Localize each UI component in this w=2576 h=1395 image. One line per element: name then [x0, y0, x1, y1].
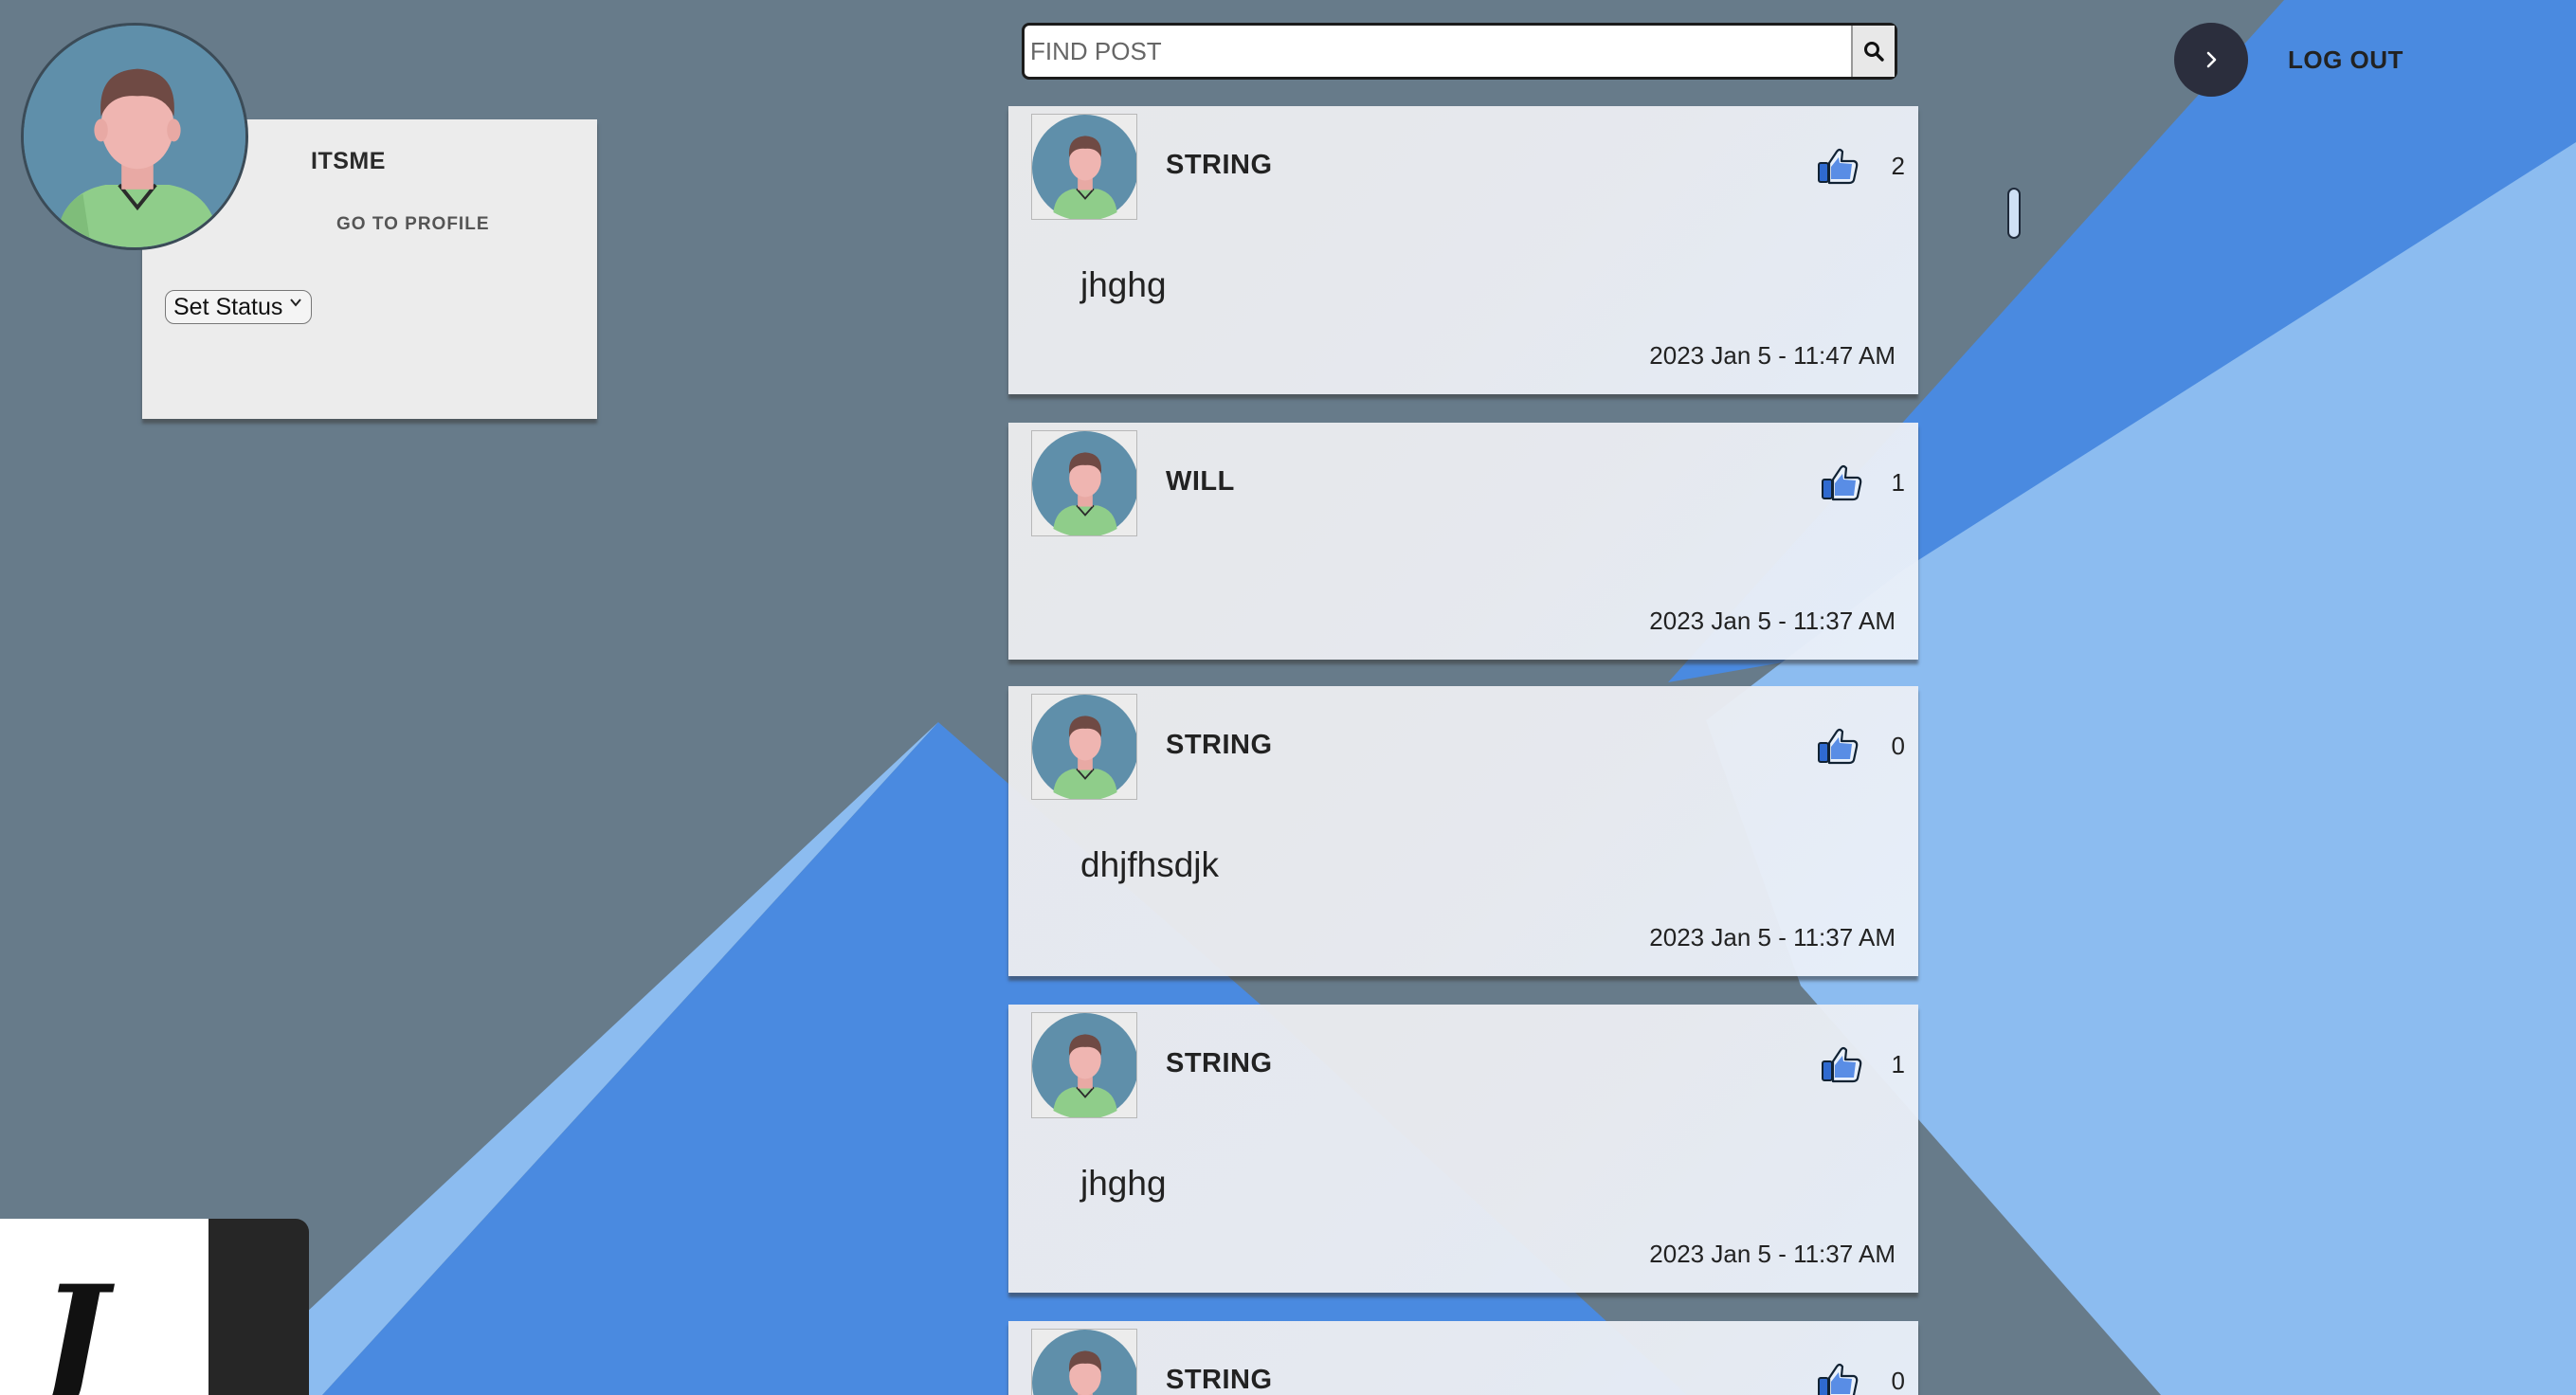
search-button[interactable] [1851, 26, 1895, 77]
post-timestamp: 2023 Jan 5 - 11:37 AM [1649, 607, 1896, 635]
avatar-illustration [1032, 431, 1136, 535]
post-card: STRING 1 jhghg 2023 Jan 5 - 11:37 AM [1008, 1005, 1918, 1293]
thumbs-up-icon[interactable] [1816, 724, 1859, 768]
like-count: 0 [1891, 732, 1905, 760]
logo-card: J [0, 1219, 309, 1395]
post-timestamp: 2023 Jan 5 - 11:47 AM [1649, 341, 1896, 370]
post-timestamp: 2023 Jan 5 - 11:37 AM [1649, 1240, 1896, 1268]
profile-username: ITSME [311, 148, 386, 174]
post-avatar[interactable] [1031, 430, 1137, 536]
post-body: jhghg [1080, 265, 1167, 304]
go-to-profile-link[interactable]: GO TO PROFILE [336, 214, 490, 235]
logo-glyph: J [28, 1276, 116, 1395]
post-avatar[interactable] [1031, 1012, 1137, 1118]
like-count: 1 [1891, 468, 1905, 497]
like-count: 2 [1891, 152, 1905, 180]
scrollbar-handle[interactable] [2007, 188, 2021, 239]
post-card: STRING 0 [1008, 1321, 1918, 1395]
post-timestamp: 2023 Jan 5 - 11:37 AM [1649, 923, 1896, 951]
set-status-select[interactable]: Set Status [165, 290, 313, 324]
avatar-illustration [1032, 695, 1136, 799]
logout-button[interactable] [2174, 23, 2248, 97]
post-avatar[interactable] [1031, 694, 1137, 800]
post-avatar[interactable] [1031, 114, 1137, 220]
profile-avatar[interactable] [21, 23, 248, 250]
chevron-down-icon [290, 299, 302, 307]
post-body: dhjfhsdjk [1080, 845, 1220, 884]
post-author[interactable]: STRING [1166, 730, 1273, 761]
thumbs-up-icon[interactable] [1816, 144, 1859, 188]
post-author[interactable]: STRING [1166, 150, 1273, 181]
set-status-label: Set Status [173, 293, 283, 320]
like-count: 0 [1891, 1367, 1905, 1395]
logo-panel: J [0, 1219, 209, 1395]
thumbs-up-icon[interactable] [1816, 1359, 1859, 1395]
avatar-illustration [1032, 115, 1136, 219]
thumbs-up-icon[interactable] [1820, 1042, 1863, 1086]
post-avatar[interactable] [1031, 1329, 1137, 1395]
like-count: 1 [1891, 1050, 1905, 1078]
post-author[interactable]: WILL [1166, 466, 1235, 498]
search-icon [1864, 42, 1884, 62]
chevron-right-icon [2206, 51, 2217, 68]
post-author[interactable]: STRING [1166, 1048, 1273, 1079]
post-card: WILL 1 2023 Jan 5 - 11:37 AM [1008, 423, 1918, 660]
search-bar [1022, 23, 1897, 80]
post-card: STRING 2 jhghg 2023 Jan 5 - 11:47 AM [1008, 106, 1918, 394]
logout-label[interactable]: LOG OUT [2288, 45, 2404, 75]
avatar-illustration [1032, 1330, 1136, 1395]
post-body: jhghg [1080, 1164, 1167, 1203]
avatar-illustration [24, 26, 245, 247]
avatar-illustration [1032, 1013, 1136, 1117]
post-author[interactable]: STRING [1166, 1365, 1273, 1395]
post-card: STRING 0 dhjfhsdjk 2023 Jan 5 - 11:37 AM [1008, 686, 1918, 976]
thumbs-up-icon[interactable] [1820, 461, 1863, 504]
search-input[interactable] [1025, 26, 1870, 77]
app-logo[interactable]: J [28, 1276, 133, 1395]
